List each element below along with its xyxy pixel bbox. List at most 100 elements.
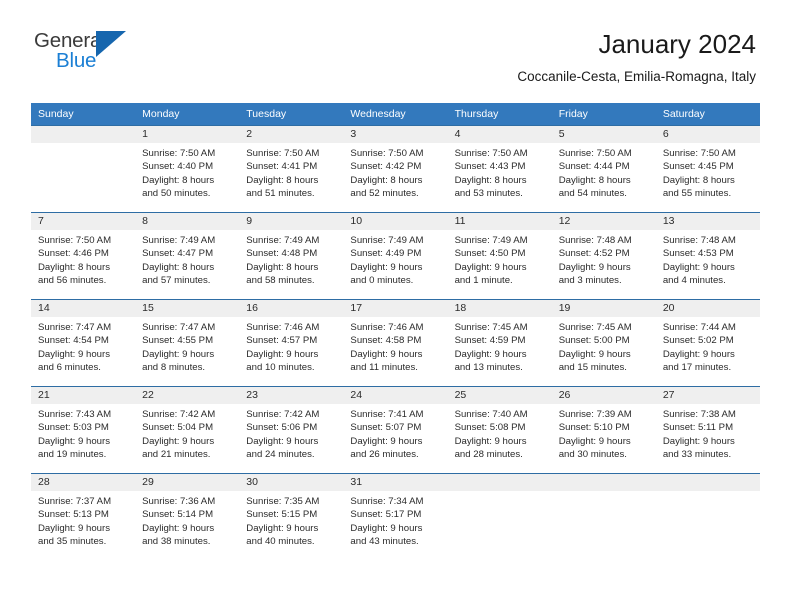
sunrise-time: Sunrise: 7:50 AM bbox=[38, 235, 112, 246]
day-details: Sunrise: 7:38 AM Sunset: 5:11 PM Daylight:… bbox=[656, 404, 760, 462]
day-details: Sunrise: 7:47 AM Sunset: 4:54 PM Daylight:… bbox=[31, 317, 135, 375]
sunset-time: Sunset: 5:00 PM bbox=[558, 335, 630, 347]
daylight-duration-line2: and 13 minutes. bbox=[454, 362, 523, 374]
general-blue-logo[interactable]: General Blue bbox=[34, 30, 214, 80]
weekday-header-monday: Monday bbox=[135, 103, 240, 126]
calendar-day-cell-empty bbox=[655, 473, 760, 560]
calendar-week-row: 21 Sunrise: 7:43 AM Sunset: 5:03 PM Dayligh… bbox=[31, 386, 760, 474]
sunset-time: Sunset: 5:07 PM bbox=[350, 422, 422, 434]
day-cell-inner: 25 Sunrise: 7:40 AM Sunset: 5:08 PM Dayligh… bbox=[447, 387, 552, 473]
day-cell-inner: 11 Sunrise: 7:49 AM Sunset: 4:50 PM Dayligh… bbox=[447, 213, 552, 299]
daylight-duration-line2: and 1 minute. bbox=[454, 275, 513, 287]
calendar-day-cell[interactable]: 24 Sunrise: 7:41 AM Sunset: 5:07 PM Dayligh… bbox=[343, 386, 448, 474]
calendar-day-cell[interactable]: 29 Sunrise: 7:36 AM Sunset: 5:14 PM Dayligh… bbox=[135, 473, 240, 560]
day-cell-inner: 6 Sunrise: 7:50 AM Sunset: 4:45 PM Daylight… bbox=[655, 126, 760, 212]
day-number: 21 bbox=[31, 387, 136, 404]
daylight-duration-line2: and 56 minutes. bbox=[38, 275, 107, 287]
day-details: Sunrise: 7:50 AM Sunset: 4:45 PM Daylight:… bbox=[656, 143, 760, 201]
sunrise-time: Sunrise: 7:49 AM bbox=[350, 235, 424, 246]
daylight-duration-line1: Daylight: 8 hours bbox=[142, 174, 215, 186]
daylight-duration-line1: Daylight: 9 hours bbox=[38, 522, 110, 534]
day-cell-inner: 9 Sunrise: 7:49 AM Sunset: 4:48 PM Daylight… bbox=[239, 213, 344, 299]
calendar-day-cell[interactable]: 8 Sunrise: 7:49 AM Sunset: 4:47 PM Daylight… bbox=[135, 212, 240, 300]
sunrise-time: Sunrise: 7:48 AM bbox=[558, 235, 632, 246]
calendar-day-cell[interactable]: 27 Sunrise: 7:38 AM Sunset: 5:11 PM Dayligh… bbox=[655, 386, 760, 474]
day-details: Sunrise: 7:48 AM Sunset: 4:53 PM Daylight:… bbox=[656, 230, 760, 288]
calendar-day-cell[interactable]: 2 Sunrise: 7:50 AM Sunset: 4:41 PM Daylight… bbox=[239, 125, 344, 213]
day-details bbox=[552, 491, 656, 495]
daylight-duration-line2: and 53 minutes. bbox=[454, 188, 523, 200]
calendar-day-cell[interactable]: 11 Sunrise: 7:49 AM Sunset: 4:50 PM Dayligh… bbox=[447, 212, 552, 300]
day-cell-inner: 30 Sunrise: 7:35 AM Sunset: 5:15 PM Dayligh… bbox=[239, 474, 344, 560]
daylight-duration-line2: and 15 minutes. bbox=[558, 362, 627, 374]
daylight-duration-line2: and 54 minutes. bbox=[558, 188, 627, 200]
sunrise-time: Sunrise: 7:44 AM bbox=[662, 322, 736, 333]
calendar-day-cell[interactable]: 25 Sunrise: 7:40 AM Sunset: 5:08 PM Dayligh… bbox=[447, 386, 552, 474]
calendar-day-cell[interactable]: 13 Sunrise: 7:48 AM Sunset: 4:53 PM Dayligh… bbox=[655, 212, 760, 300]
day-number: 19 bbox=[551, 300, 656, 317]
day-cell-inner: 21 Sunrise: 7:43 AM Sunset: 5:03 PM Dayligh… bbox=[31, 387, 136, 473]
day-details: Sunrise: 7:41 AM Sunset: 5:07 PM Daylight:… bbox=[343, 404, 447, 462]
day-details: Sunrise: 7:42 AM Sunset: 5:06 PM Daylight:… bbox=[239, 404, 343, 462]
day-details: Sunrise: 7:34 AM Sunset: 5:17 PM Daylight:… bbox=[343, 491, 447, 549]
sunrise-time: Sunrise: 7:50 AM bbox=[246, 148, 320, 159]
calendar-day-cell[interactable]: 6 Sunrise: 7:50 AM Sunset: 4:45 PM Daylight… bbox=[655, 125, 760, 213]
weekday-header-row: Sunday Monday Tuesday Wednesday Thursday… bbox=[31, 103, 760, 126]
sunrise-time: Sunrise: 7:49 AM bbox=[454, 235, 528, 246]
daylight-duration-line2: and 30 minutes. bbox=[558, 449, 627, 461]
day-number bbox=[655, 474, 760, 491]
day-number: 17 bbox=[343, 300, 448, 317]
day-cell-inner: 19 Sunrise: 7:45 AM Sunset: 5:00 PM Dayligh… bbox=[551, 300, 656, 386]
daylight-duration-line1: Daylight: 8 hours bbox=[38, 261, 110, 273]
calendar-day-cell[interactable]: 22 Sunrise: 7:42 AM Sunset: 5:04 PM Dayligh… bbox=[135, 386, 240, 474]
calendar-day-cell[interactable]: 1 Sunrise: 7:50 AM Sunset: 4:40 PM Daylight… bbox=[135, 125, 240, 213]
sunrise-time: Sunrise: 7:47 AM bbox=[142, 322, 216, 333]
calendar-day-cell[interactable]: 12 Sunrise: 7:48 AM Sunset: 4:52 PM Dayligh… bbox=[551, 212, 656, 300]
daylight-duration-line2: and 57 minutes. bbox=[142, 275, 211, 287]
daylight-duration-line1: Daylight: 9 hours bbox=[142, 348, 215, 360]
calendar-day-cell[interactable]: 9 Sunrise: 7:49 AM Sunset: 4:48 PM Daylight… bbox=[239, 212, 344, 300]
sunrise-time: Sunrise: 7:43 AM bbox=[38, 409, 112, 420]
page-title: January 2024 bbox=[598, 29, 756, 59]
daylight-duration-line2: and 3 minutes. bbox=[558, 275, 622, 287]
calendar-day-cell[interactable]: 31 Sunrise: 7:34 AM Sunset: 5:17 PM Dayligh… bbox=[343, 473, 448, 560]
day-number: 23 bbox=[239, 387, 344, 404]
day-details: Sunrise: 7:43 AM Sunset: 5:03 PM Daylight:… bbox=[31, 404, 135, 462]
calendar-body: 1 Sunrise: 7:50 AM Sunset: 4:40 PM Daylight… bbox=[31, 125, 760, 560]
sunset-time: Sunset: 4:43 PM bbox=[454, 161, 526, 173]
day-cell-inner: 1 Sunrise: 7:50 AM Sunset: 4:40 PM Daylight… bbox=[135, 126, 240, 212]
day-details: Sunrise: 7:50 AM Sunset: 4:43 PM Daylight:… bbox=[448, 143, 552, 201]
calendar-day-cell[interactable]: 19 Sunrise: 7:45 AM Sunset: 5:00 PM Dayligh… bbox=[551, 299, 656, 387]
calendar-day-cell[interactable]: 10 Sunrise: 7:49 AM Sunset: 4:49 PM Dayligh… bbox=[343, 212, 448, 300]
calendar-day-cell[interactable]: 3 Sunrise: 7:50 AM Sunset: 4:42 PM Daylight… bbox=[343, 125, 448, 213]
calendar-day-cell[interactable]: 23 Sunrise: 7:42 AM Sunset: 5:06 PM Dayligh… bbox=[239, 386, 344, 474]
day-cell-inner: 16 Sunrise: 7:46 AM Sunset: 4:57 PM Dayligh… bbox=[239, 300, 344, 386]
day-number: 13 bbox=[655, 213, 760, 230]
calendar-day-cell[interactable]: 5 Sunrise: 7:50 AM Sunset: 4:44 PM Daylight… bbox=[551, 125, 656, 213]
daylight-duration-line2: and 21 minutes. bbox=[142, 449, 211, 461]
daylight-duration-line2: and 55 minutes. bbox=[662, 188, 732, 200]
calendar-day-cell[interactable]: 4 Sunrise: 7:50 AM Sunset: 4:43 PM Daylight… bbox=[447, 125, 552, 213]
day-number: 2 bbox=[239, 126, 344, 143]
calendar-day-cell[interactable]: 21 Sunrise: 7:43 AM Sunset: 5:03 PM Dayligh… bbox=[31, 386, 136, 474]
calendar-day-cell[interactable]: 17 Sunrise: 7:46 AM Sunset: 4:58 PM Dayligh… bbox=[343, 299, 448, 387]
day-details: Sunrise: 7:50 AM Sunset: 4:40 PM Daylight:… bbox=[135, 143, 239, 201]
day-number: 16 bbox=[239, 300, 344, 317]
calendar-day-cell[interactable]: 7 Sunrise: 7:50 AM Sunset: 4:46 PM Daylight… bbox=[31, 212, 136, 300]
title-block: January 2024 Coccanile-Cesta, Emilia-Rom… bbox=[517, 28, 756, 86]
day-number: 18 bbox=[447, 300, 552, 317]
sunrise-time: Sunrise: 7:50 AM bbox=[350, 148, 424, 159]
calendar-day-cell[interactable]: 30 Sunrise: 7:35 AM Sunset: 5:15 PM Dayligh… bbox=[239, 473, 344, 560]
calendar-day-cell[interactable]: 28 Sunrise: 7:37 AM Sunset: 5:13 PM Dayligh… bbox=[31, 473, 136, 560]
calendar-day-cell[interactable]: 20 Sunrise: 7:44 AM Sunset: 5:02 PM Dayligh… bbox=[655, 299, 760, 387]
calendar-day-cell[interactable]: 14 Sunrise: 7:47 AM Sunset: 4:54 PM Dayligh… bbox=[31, 299, 136, 387]
calendar-day-cell[interactable]: 16 Sunrise: 7:46 AM Sunset: 4:57 PM Dayligh… bbox=[239, 299, 344, 387]
daylight-duration-line2: and 26 minutes. bbox=[350, 449, 419, 461]
daylight-duration-line2: and 8 minutes. bbox=[142, 362, 206, 374]
daylight-duration-line1: Daylight: 9 hours bbox=[246, 435, 319, 447]
calendar-day-cell[interactable]: 18 Sunrise: 7:45 AM Sunset: 4:59 PM Dayligh… bbox=[447, 299, 552, 387]
calendar-day-cell[interactable]: 15 Sunrise: 7:47 AM Sunset: 4:55 PM Dayligh… bbox=[135, 299, 240, 387]
calendar-day-cell[interactable]: 26 Sunrise: 7:39 AM Sunset: 5:10 PM Dayligh… bbox=[551, 386, 656, 474]
day-details: Sunrise: 7:49 AM Sunset: 4:48 PM Daylight:… bbox=[239, 230, 343, 288]
daylight-duration-line1: Daylight: 9 hours bbox=[246, 522, 319, 534]
